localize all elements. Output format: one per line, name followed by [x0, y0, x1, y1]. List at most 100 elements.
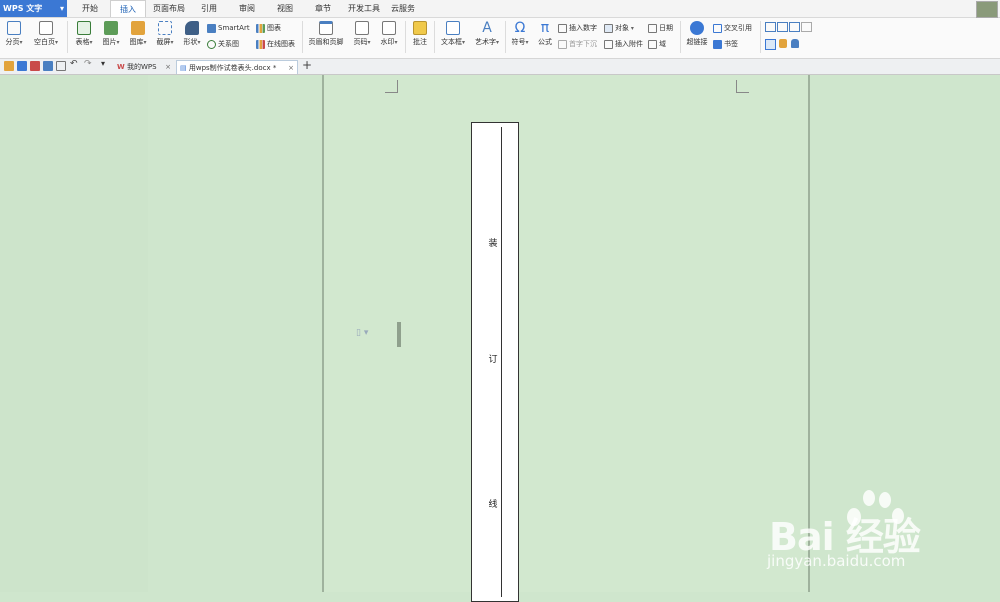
smartart-button[interactable]: SmartArt — [207, 22, 250, 34]
formula-button[interactable]: π 公式 — [535, 19, 555, 47]
gallery-button[interactable]: 图库▾ — [126, 19, 150, 47]
undo-icon[interactable]: ↶ — [70, 59, 78, 69]
header-footer-button[interactable]: 页眉和页脚 — [306, 19, 346, 47]
margin-corner-mark — [385, 80, 398, 93]
binding-char: 订 — [488, 355, 498, 365]
blank-page-button[interactable]: 空白页▾ — [30, 19, 62, 47]
app-name: WPS 文字 — [3, 4, 43, 13]
wordart-button[interactable]: A 艺术字▾ — [472, 19, 502, 47]
drop-cap-button[interactable]: 首字下沉 — [558, 38, 597, 50]
avatar[interactable] — [976, 1, 998, 18]
layout-icon[interactable] — [789, 22, 800, 32]
hyperlink-button[interactable]: 超链接 — [684, 19, 710, 47]
comment-icon — [413, 21, 427, 35]
watermark-icon — [382, 21, 396, 35]
separator — [434, 21, 435, 53]
tab-insert[interactable]: 插入 — [110, 0, 146, 17]
preview-icon[interactable] — [56, 61, 66, 71]
tab-review[interactable]: 审阅 — [233, 0, 261, 17]
chart-icon — [256, 23, 265, 33]
redo-icon[interactable]: ↷ — [84, 59, 92, 69]
export-pdf-icon[interactable] — [30, 61, 40, 71]
binding-line — [501, 127, 502, 597]
screenshot-icon — [158, 21, 172, 35]
separator — [405, 21, 406, 53]
watermark-button[interactable]: 水印▾ — [377, 19, 401, 47]
omega-icon: Ω — [514, 20, 526, 36]
smartart-icon — [207, 23, 216, 33]
text-cursor — [397, 322, 401, 347]
cross-ref-button[interactable]: 交叉引用 — [713, 22, 752, 34]
margin-corner-mark — [736, 80, 749, 93]
paw-icon — [863, 490, 875, 506]
document-tab-bar: ↶ ↷ ▾ W 我的WPS × ▤ 用wps制作试卷表头.docx * × + — [0, 58, 1000, 75]
object-button[interactable]: 对象 ▾ — [604, 22, 634, 34]
insert-number-button[interactable]: 插入数字 — [558, 22, 597, 34]
close-icon[interactable]: × — [165, 60, 171, 74]
wordart-icon: A — [482, 20, 492, 36]
shape-button[interactable]: 形状▾ — [180, 19, 204, 47]
page-break-button[interactable]: 分页▾ — [3, 19, 25, 47]
layout-icon[interactable] — [801, 22, 812, 32]
tab-developer[interactable]: 开发工具 — [344, 0, 384, 17]
brush-icon[interactable] — [779, 39, 787, 48]
textbox-button[interactable]: 文本框▾ — [438, 19, 468, 47]
comment-button[interactable]: 批注 — [409, 19, 431, 47]
new-tab-icon[interactable]: + — [302, 58, 312, 72]
layout-icon[interactable] — [777, 22, 788, 32]
tab-current-document[interactable]: ▤ 用wps制作试卷表头.docx * × — [176, 60, 298, 74]
workspace-left — [0, 75, 148, 592]
table-button[interactable]: 表格▾ — [72, 19, 96, 47]
close-icon[interactable]: × — [288, 61, 294, 75]
globe-icon — [690, 21, 704, 35]
chart-button[interactable]: 图表 — [256, 22, 281, 34]
separator — [302, 21, 303, 53]
separator — [680, 21, 681, 53]
picture-button[interactable]: 图片▾ — [99, 19, 123, 47]
attachment-button[interactable]: 插入附件 — [604, 38, 643, 50]
layout-icon[interactable] — [765, 22, 776, 32]
page-break-icon — [7, 21, 21, 35]
page-number-icon — [355, 21, 369, 35]
calendar-icon — [648, 23, 657, 33]
print-icon[interactable] — [43, 61, 53, 71]
form-icon[interactable] — [765, 39, 776, 50]
field-button[interactable]: 域 — [648, 38, 666, 50]
binding-char: 装 — [488, 239, 498, 249]
number-icon — [558, 23, 567, 33]
tab-cloud[interactable]: 云服务 — [388, 0, 418, 17]
save-icon[interactable] — [17, 61, 27, 71]
page-number-button[interactable]: 页码▾ — [349, 19, 375, 47]
chevron-down-icon: ▾ — [59, 4, 64, 13]
tab-view[interactable]: 视图 — [271, 0, 299, 17]
drop-cap-icon — [558, 39, 567, 49]
tab-my-wps[interactable]: W 我的WPS × — [114, 60, 174, 74]
menu-bar: WPS 文字 ▾ 开始 插入 页面布局 引用 审阅 视图 章节 开发工具 云服务 — [0, 0, 1000, 18]
pi-icon: π — [540, 20, 550, 36]
header-footer-icon — [319, 21, 333, 35]
online-chart-button[interactable]: 在线图表 — [256, 38, 295, 50]
relation-chart-icon — [207, 39, 216, 49]
screenshot-button[interactable]: 截屏▾ — [153, 19, 177, 47]
symbol-button[interactable]: Ω 符号▾ — [508, 19, 532, 47]
paragraph-options-icon[interactable]: ▯ ▾ — [356, 328, 368, 338]
object-icon — [604, 23, 613, 33]
tab-chapter[interactable]: 章节 — [309, 0, 337, 17]
lock-icon[interactable] — [791, 39, 799, 48]
ribbon-toolbar: 分页▾ 空白页▾ 表格▾ 图片▾ 图库▾ 截屏▾ 形状▾ SmartArt 关系… — [0, 18, 1000, 59]
table-icon — [77, 21, 91, 35]
chevron-down-icon[interactable]: ▾ — [101, 59, 105, 68]
app-menu-button[interactable]: WPS 文字 ▾ — [0, 0, 67, 17]
separator — [505, 21, 506, 53]
tab-page-layout[interactable]: 页面布局 — [150, 0, 188, 17]
wps-logo-icon: W — [117, 63, 125, 71]
blank-page-icon — [39, 21, 53, 35]
separator — [67, 21, 68, 53]
separator — [760, 21, 761, 53]
relation-chart-button[interactable]: 关系图 — [207, 38, 239, 50]
tab-references[interactable]: 引用 — [195, 0, 223, 17]
date-button[interactable]: 日期 — [648, 22, 673, 34]
tab-start[interactable]: 开始 — [75, 0, 105, 17]
bookmark-button[interactable]: 书签 — [713, 38, 738, 50]
open-icon[interactable] — [4, 61, 14, 71]
